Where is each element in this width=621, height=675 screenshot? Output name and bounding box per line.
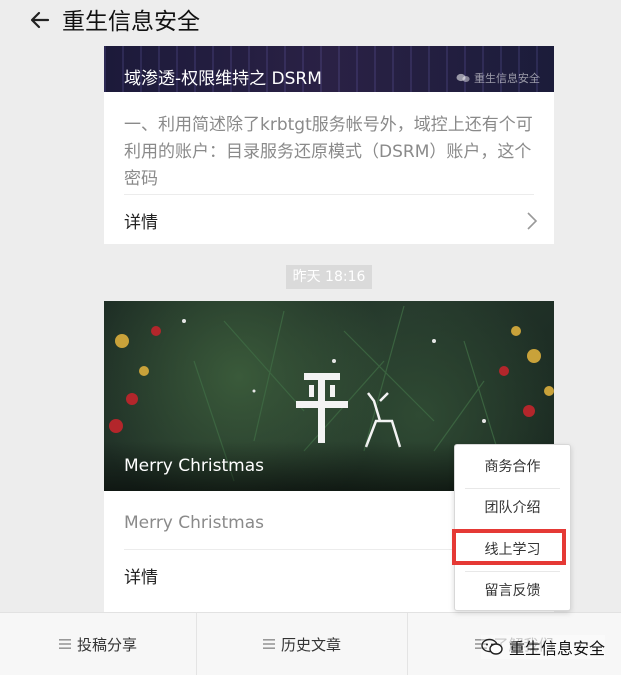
top-bar: 重生信息安全: [0, 0, 621, 46]
submenu-team-intro[interactable]: 团队介绍: [455, 488, 570, 528]
article-summary: 一、利用简述除了krbtgt服务帐号外，域控上还有个可利用的账户：目录服务还原模…: [124, 115, 533, 189]
bottom-watermark: 重生信息安全: [480, 635, 605, 659]
menu-icon: [262, 639, 275, 649]
article-banner: 域渗透-权限维持之 DSRM 重生信息安全: [104, 46, 554, 92]
highlight-box: [452, 529, 566, 565]
wechat-icon: [456, 73, 470, 82]
back-arrow-icon[interactable]: [28, 8, 52, 32]
timestamp-badge: 昨天 18:16: [286, 265, 372, 289]
article-summary: Merry Christmas: [124, 513, 264, 533]
banner-watermark: 重生信息安全: [456, 70, 540, 86]
page-title: 重生信息安全: [62, 9, 200, 35]
menu-history-articles[interactable]: 历史文章: [197, 613, 407, 675]
article-card-dsrm[interactable]: 域渗透-权限维持之 DSRM 重生信息安全 一、利用简述除了krbtgt服务帐号…: [104, 46, 554, 244]
menu-submit-share[interactable]: 投稿分享: [0, 613, 196, 675]
menu-icon: [58, 639, 71, 649]
banner-watermark-text: 重生信息安全: [474, 72, 540, 85]
bottom-menu-bar: 投稿分享 历史文章 了解我们 重生信息安全: [0, 612, 621, 675]
detail-label: 详情: [124, 213, 158, 233]
wechat-icon: [481, 638, 503, 655]
detail-label: 详情: [124, 568, 158, 588]
detail-link[interactable]: 详情: [104, 195, 554, 245]
article-title: Merry Christmas: [124, 456, 264, 476]
menu-label: 历史文章: [280, 635, 341, 654]
submenu-feedback[interactable]: 留言反馈: [455, 571, 570, 611]
article-title: 域渗透-权限维持之 DSRM: [124, 69, 322, 89]
bottom-watermark-text: 重生信息安全: [508, 639, 605, 658]
submenu-popup: 商务合作 团队介绍 线上学习 留言反馈: [454, 444, 571, 611]
submenu-business[interactable]: 商务合作: [455, 447, 570, 487]
menu-label: 投稿分享: [76, 635, 137, 654]
chevron-right-icon: [527, 212, 538, 230]
